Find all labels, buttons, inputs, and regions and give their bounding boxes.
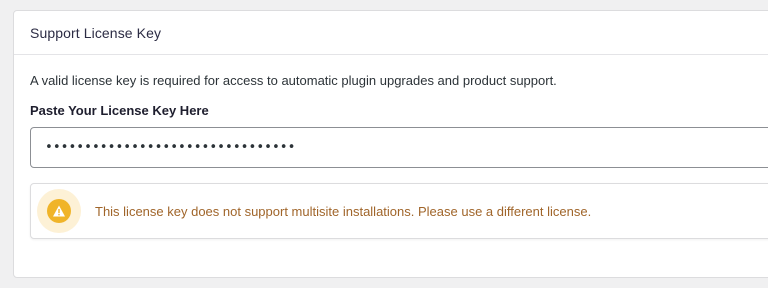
warning-message: This license key does not support multis… [95,203,592,219]
warning-icon-badge [37,189,81,233]
panel-title: Support License Key [30,24,162,41]
panel-description: A valid license key is required for acce… [30,73,557,88]
warning-icon [47,199,71,223]
license-key-panel: Support License Key A valid license key … [13,10,768,278]
license-key-value: •••••••••••••••••••••••••••••••• [45,140,296,155]
warning-notice: This license key does not support multis… [30,183,768,239]
license-key-label: Paste Your License Key Here [30,103,209,118]
panel-header: Support License Key [14,11,768,55]
license-key-input[interactable]: •••••••••••••••••••••••••••••••• [30,127,768,168]
